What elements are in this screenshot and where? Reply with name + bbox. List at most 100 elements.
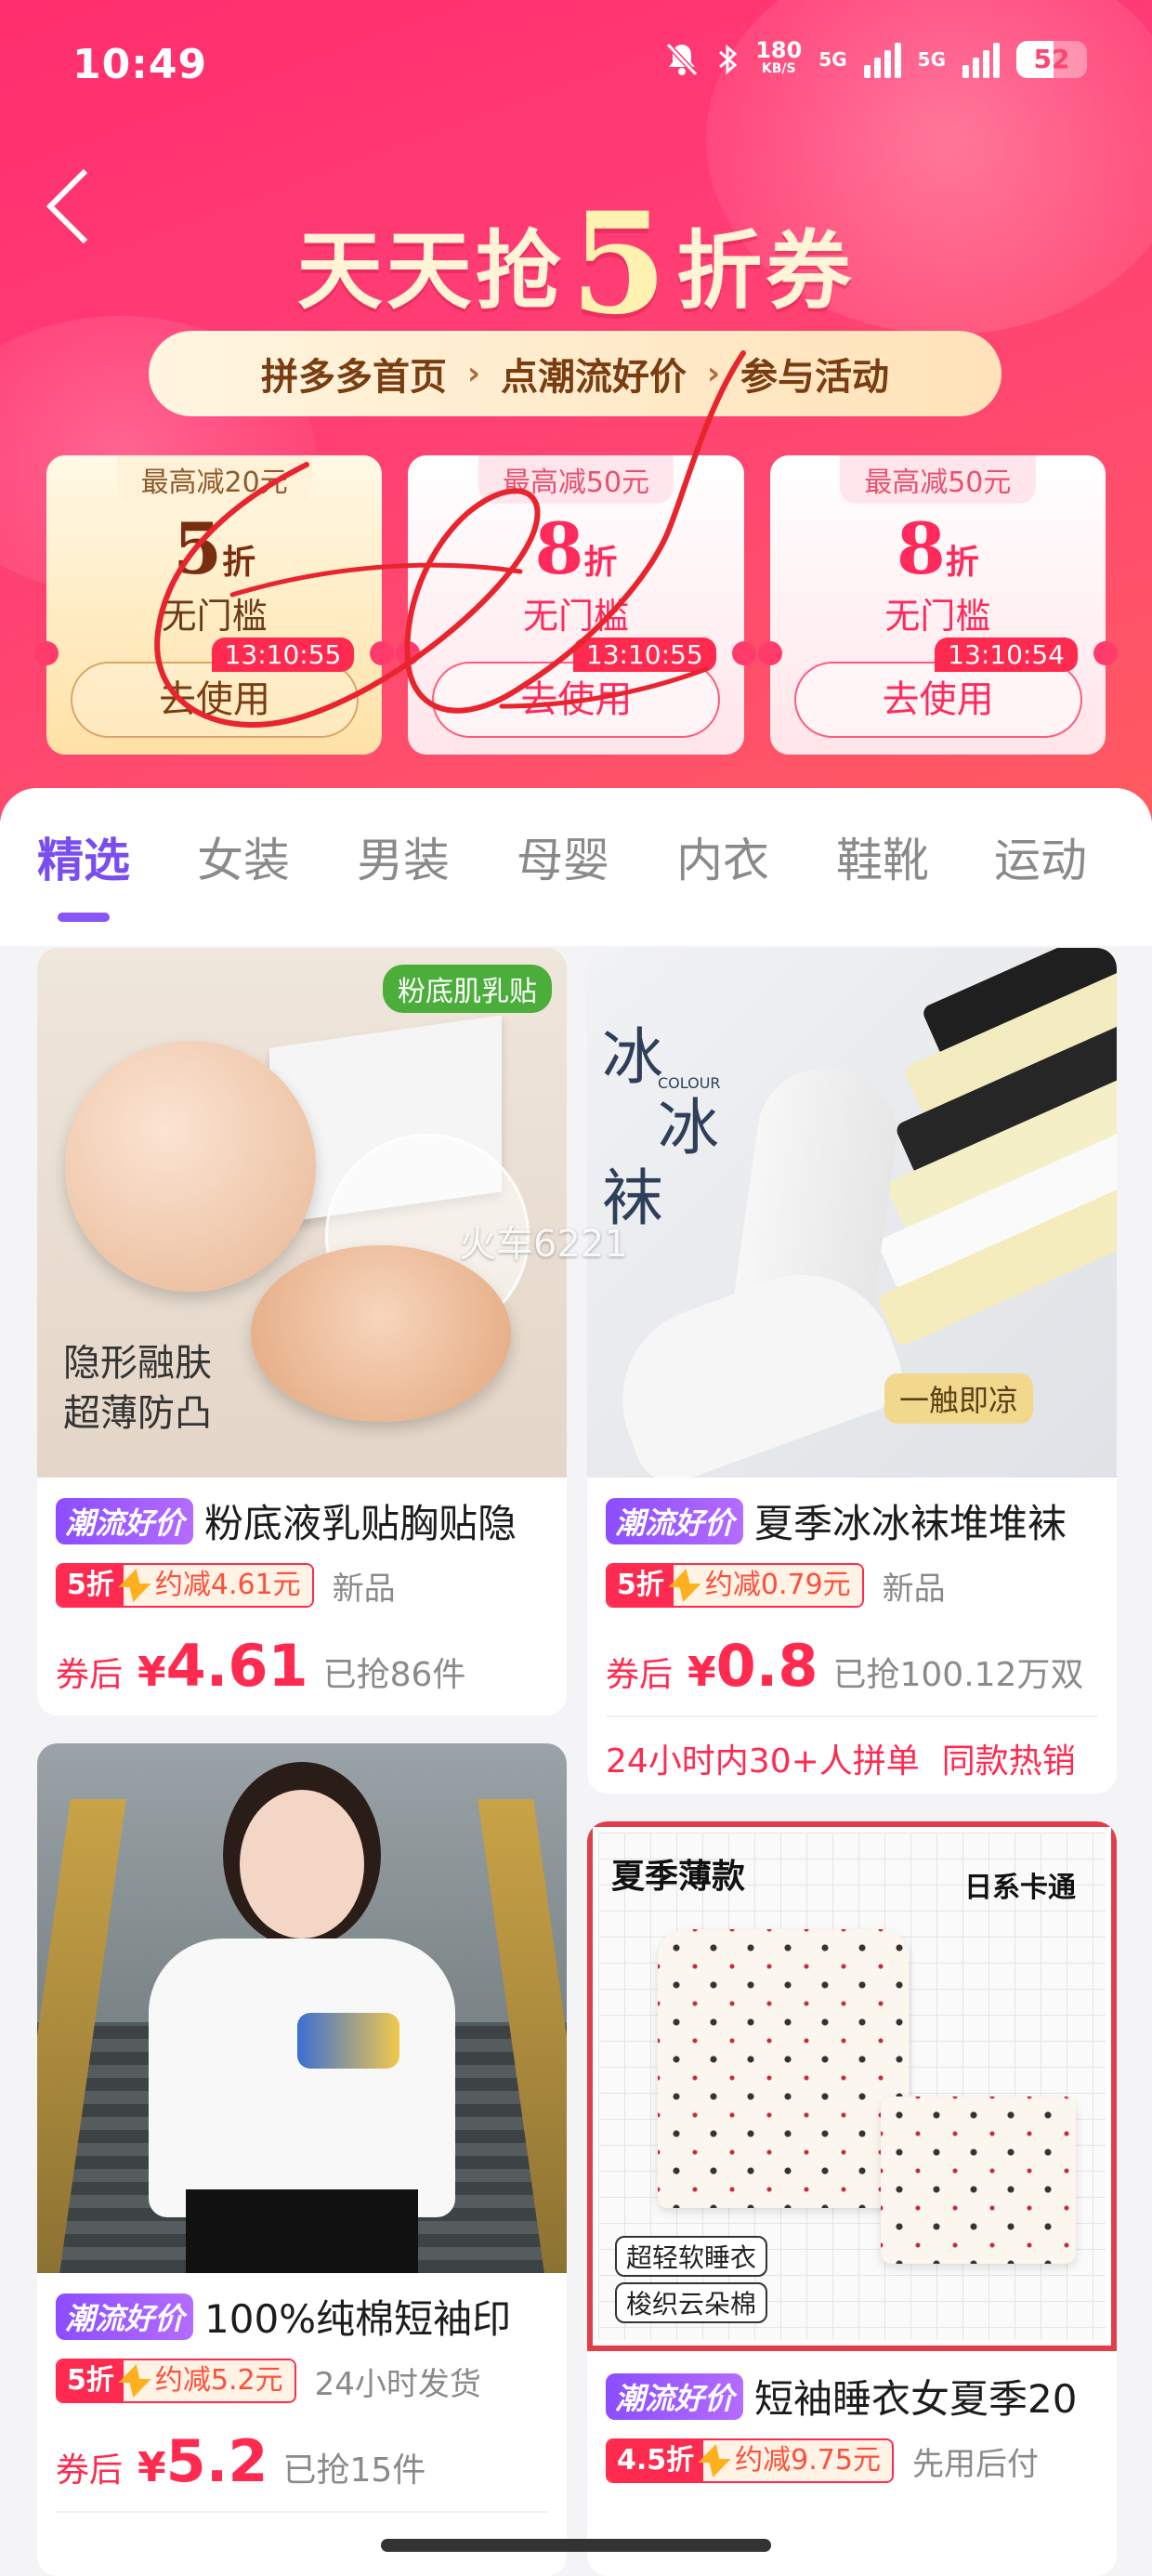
product-image[interactable]: 冰 冰 袜 COLOUR 一触即凉: [587, 948, 1117, 1478]
coupon-max-off: 最高减50元: [478, 455, 674, 504]
hot-sale-info: 24小时内30+人拼单 同款热销: [606, 1742, 1076, 1781]
image-caption: 超轻软睡衣: [615, 2236, 768, 2277]
discount-tag: 5折 约减4.61元: [56, 1563, 314, 1608]
image-caption: 隐形融肤 超薄防凸: [63, 1342, 212, 1435]
activity-steps: 拼多多首页 › 点潮流好价 › 参与活动: [149, 331, 1001, 416]
coupon-condition: 无门槛: [884, 596, 991, 637]
product-extra-tag: 新品: [332, 1570, 396, 1608]
tab-sports[interactable]: 运动: [994, 823, 1087, 890]
tab-featured[interactable]: 精选: [37, 823, 130, 890]
coupon-card[interactable]: 最高减50元 8折 无门槛 去使用 13:10:55: [396, 455, 756, 755]
use-coupon-button[interactable]: 去使用: [71, 662, 359, 738]
mute-bell-icon: [666, 42, 699, 77]
image-caption: 夏季薄款: [611, 1858, 746, 1896]
discount-row: 5折 约减5.2元 24小时发货: [56, 2357, 481, 2405]
person-face: [240, 1790, 364, 1939]
price-row: 券后 ¥5.2 已抢15件: [56, 2427, 426, 2495]
coupon-discount: 8折: [896, 507, 979, 590]
product-extra-tag: 24小时发货: [314, 2365, 481, 2403]
discount-row: 5折 约减4.61元 新品: [56, 1561, 396, 1610]
coupon-card[interactable]: 最高减50元 8折 无门槛 去使用 13:10:54: [757, 455, 1118, 755]
discount-tag: 5折 约减5.2元: [56, 2359, 296, 2403]
tshirt-print: [297, 2013, 399, 2069]
discount-row: 4.5折 约减9.75元 先用后付: [606, 2437, 1039, 2485]
signal-icon: [863, 41, 901, 78]
discount-row: 5折 约减0.79元 新品: [606, 1561, 946, 1610]
person-pants: [186, 2189, 418, 2273]
image-tag: 粉底肌乳贴: [383, 965, 552, 1013]
coupon-notch: [34, 641, 59, 665]
product-card[interactable]: 粉底肌乳贴 隐形融肤 超薄防凸 潮流好价 粉底液乳贴胸贴隐 5折 约减4.61元 新…: [37, 948, 567, 1715]
product-title: 潮流好价 短袖睡衣女夏季20: [606, 2368, 1107, 2425]
trend-badge: 潮流好价: [606, 1497, 744, 1544]
coupon-notch: [1093, 641, 1118, 665]
use-coupon-button[interactable]: 去使用: [793, 662, 1082, 738]
battery-icon: 52: [1016, 41, 1087, 78]
coupon-timer: 13:10:55: [572, 637, 716, 672]
tab-mens[interactable]: 男装: [357, 823, 450, 890]
signal-icon: [962, 41, 1000, 78]
lightning-icon: [123, 2360, 144, 2401]
product-feed-panel: 精选 女装 男装 母婴 内衣 鞋靴 运动 粉底肌乳贴 隐形融肤 超薄防凸 潮流好…: [0, 788, 1152, 2576]
lightning-icon: [123, 1565, 144, 1606]
image-caption-small: COLOUR: [658, 1074, 721, 1092]
coupon-notch: [370, 641, 395, 665]
product-card[interactable]: 潮流好价 100%纯棉短袖印 5折 约减5.2元 24小时发货 券后 ¥5.2 已抢15…: [37, 1743, 567, 2576]
category-tabs: 精选 女装 男装 母婴 内衣 鞋靴 运动: [0, 788, 1152, 946]
home-indicator[interactable]: [381, 2539, 771, 2552]
promo-header: 10:49 180 KB/S 5G 5G 52 天天抢5折券 拼多多首页 › 点…: [0, 0, 1152, 836]
trend-badge: 潮流好价: [606, 2372, 744, 2420]
lightning-icon: [673, 1565, 694, 1606]
lightning-icon: [703, 2440, 725, 2481]
coupon-card[interactable]: 最高减20元 5折 无门槛 去使用 13:10:55: [34, 455, 395, 755]
coupon-timer: 13:10:55: [211, 637, 355, 672]
tab-underwear[interactable]: 内衣: [676, 823, 769, 890]
tab-womens[interactable]: 女装: [197, 823, 290, 890]
product-card[interactable]: 夏季薄款 日系卡通 超轻软睡衣 梭织云朵棉 潮流好价 短袖睡衣女夏季20 4.5折…: [587, 1821, 1117, 2576]
coupon-timer: 13:10:54: [935, 637, 1078, 672]
product-title: 潮流好价 100%纯棉短袖印: [56, 2288, 557, 2345]
product-extra-tag: 新品: [882, 1570, 946, 1608]
product-pad-left: [65, 1041, 316, 1292]
product-image[interactable]: 夏季薄款 日系卡通 超轻软睡衣 梭织云朵棉: [587, 1821, 1117, 2351]
use-coupon-button[interactable]: 去使用: [432, 662, 721, 738]
coupon-condition: 无门槛: [161, 596, 268, 637]
image-caption: 冰 冰 袜: [602, 1021, 719, 1234]
status-bar: 10:49 180 KB/S 5G 5G 52: [0, 0, 1152, 130]
image-caption: 日系卡通: [964, 1872, 1076, 1904]
discount-tag: 4.5折 约减9.75元: [606, 2438, 894, 2483]
sim1-label: 5G: [818, 48, 847, 71]
sim2-label: 5G: [917, 48, 946, 71]
step-label: 点潮流好价: [501, 356, 687, 399]
divider: [56, 2511, 548, 2513]
bluetooth-icon: [719, 44, 738, 75]
status-time: 10:49: [72, 41, 208, 88]
tab-shoes[interactable]: 鞋靴: [836, 823, 929, 890]
product-extra-tag: 先用后付: [911, 2445, 1039, 2483]
promo-title: 天天抢5折券: [296, 182, 856, 346]
status-icons: 180 KB/S 5G 5G 52: [664, 37, 1087, 78]
step-label: 参与活动: [740, 356, 890, 399]
tab-baby[interactable]: 母婴: [517, 823, 609, 890]
sock-stack: [866, 948, 1117, 1431]
coupon-max-off: 最高减50元: [840, 455, 1036, 504]
product-image[interactable]: 粉底肌乳贴 隐形融肤 超薄防凸: [37, 948, 567, 1478]
product-title: 潮流好价 夏季冰冰袜堆堆袜: [606, 1492, 1107, 1549]
coupon-condition: 无门槛: [522, 596, 629, 637]
product-case: [251, 1245, 511, 1422]
price-row: 券后 ¥0.8 已抢100.12万双: [606, 1632, 1084, 1700]
step-label: 拼多多首页: [260, 356, 447, 399]
product-image[interactable]: [37, 1743, 567, 2273]
coupon-notch: [396, 641, 421, 665]
product-title: 潮流好价 粉底液乳贴胸贴隐: [56, 1492, 557, 1549]
active-tab-indicator: [58, 913, 110, 922]
divider: [606, 1715, 1098, 1717]
pajama-shorts: [881, 2096, 1076, 2264]
trend-badge: 潮流好价: [56, 2293, 194, 2340]
net-speed: 180 KB/S: [755, 37, 803, 76]
chevron-right-icon: ›: [466, 355, 480, 392]
product-card[interactable]: 冰 冰 袜 COLOUR 一触即凉 潮流好价 夏季冰冰袜堆堆袜 5折 约减0.79元…: [587, 948, 1117, 1794]
person-tshirt: [149, 1939, 455, 2217]
pajama-top: [658, 1929, 909, 2208]
coupon-discount: 8折: [534, 507, 618, 590]
